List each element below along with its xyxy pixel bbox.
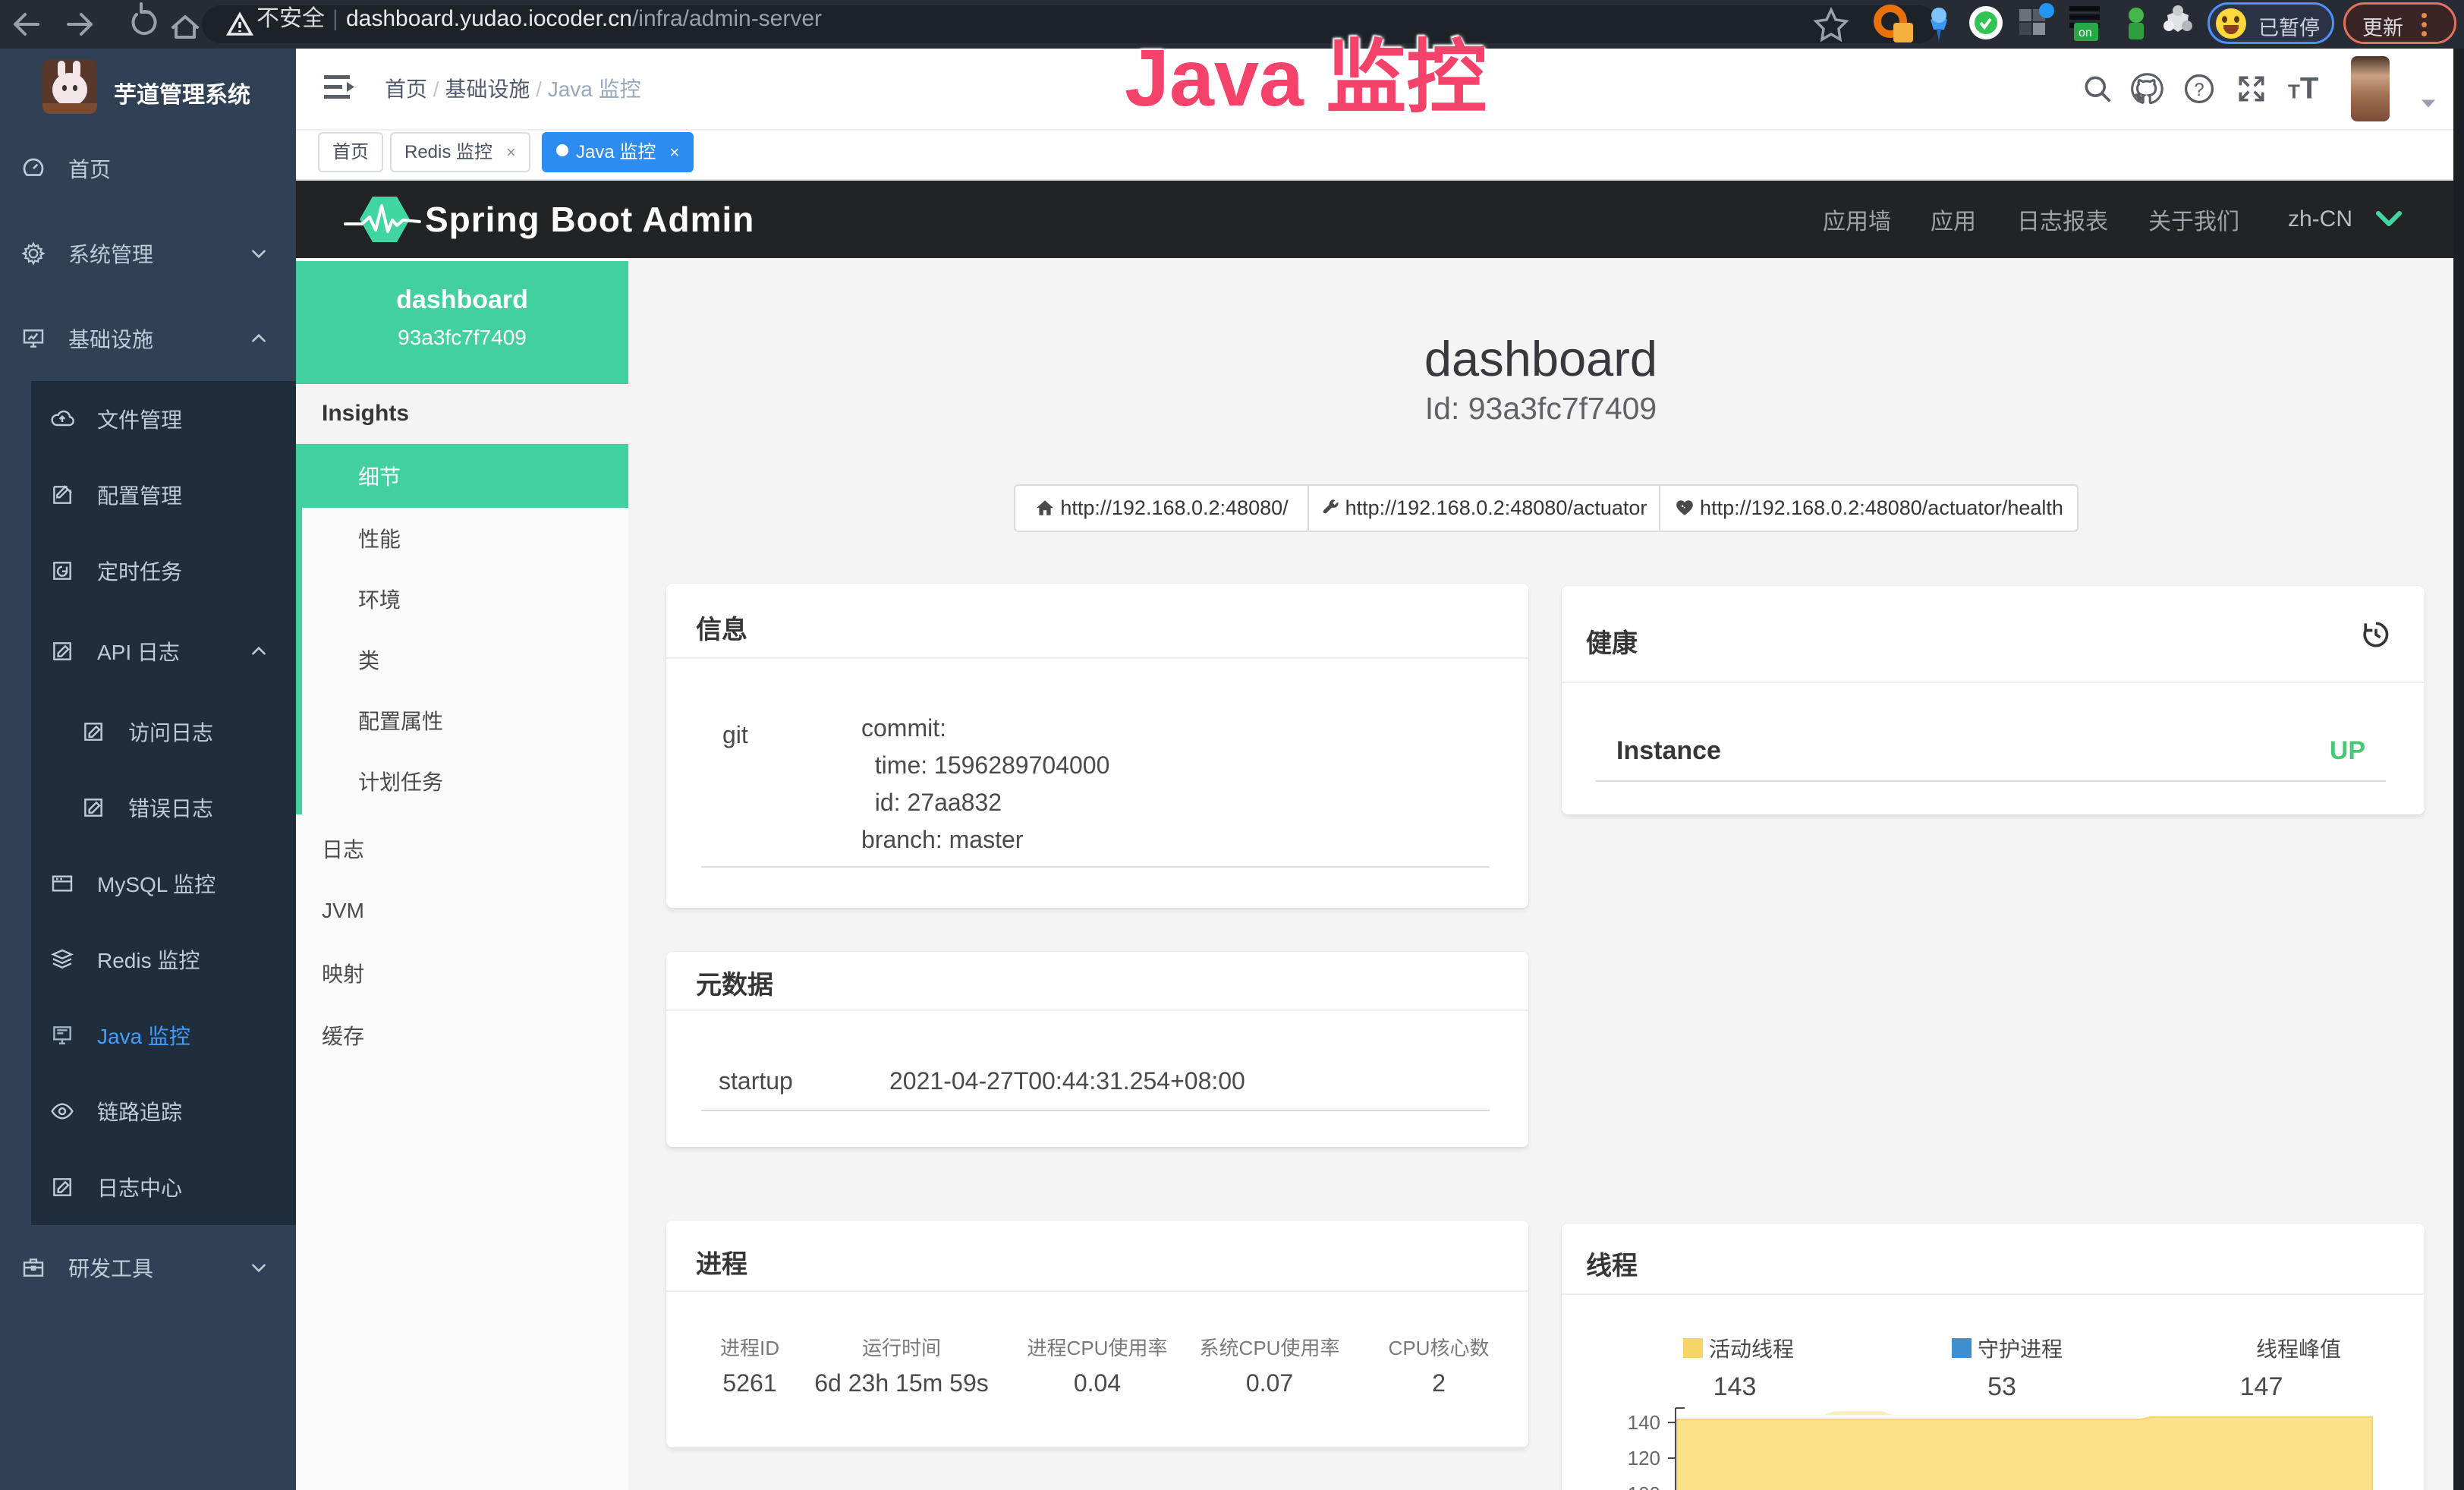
svg-text:140: 140 bbox=[1628, 1411, 1660, 1434]
svg-text:120: 120 bbox=[1628, 1447, 1660, 1470]
svg-text:on: on bbox=[2079, 27, 2092, 39]
svg-text:100: 100 bbox=[1628, 1482, 1660, 1490]
svg-text:?: ? bbox=[2194, 80, 2204, 100]
